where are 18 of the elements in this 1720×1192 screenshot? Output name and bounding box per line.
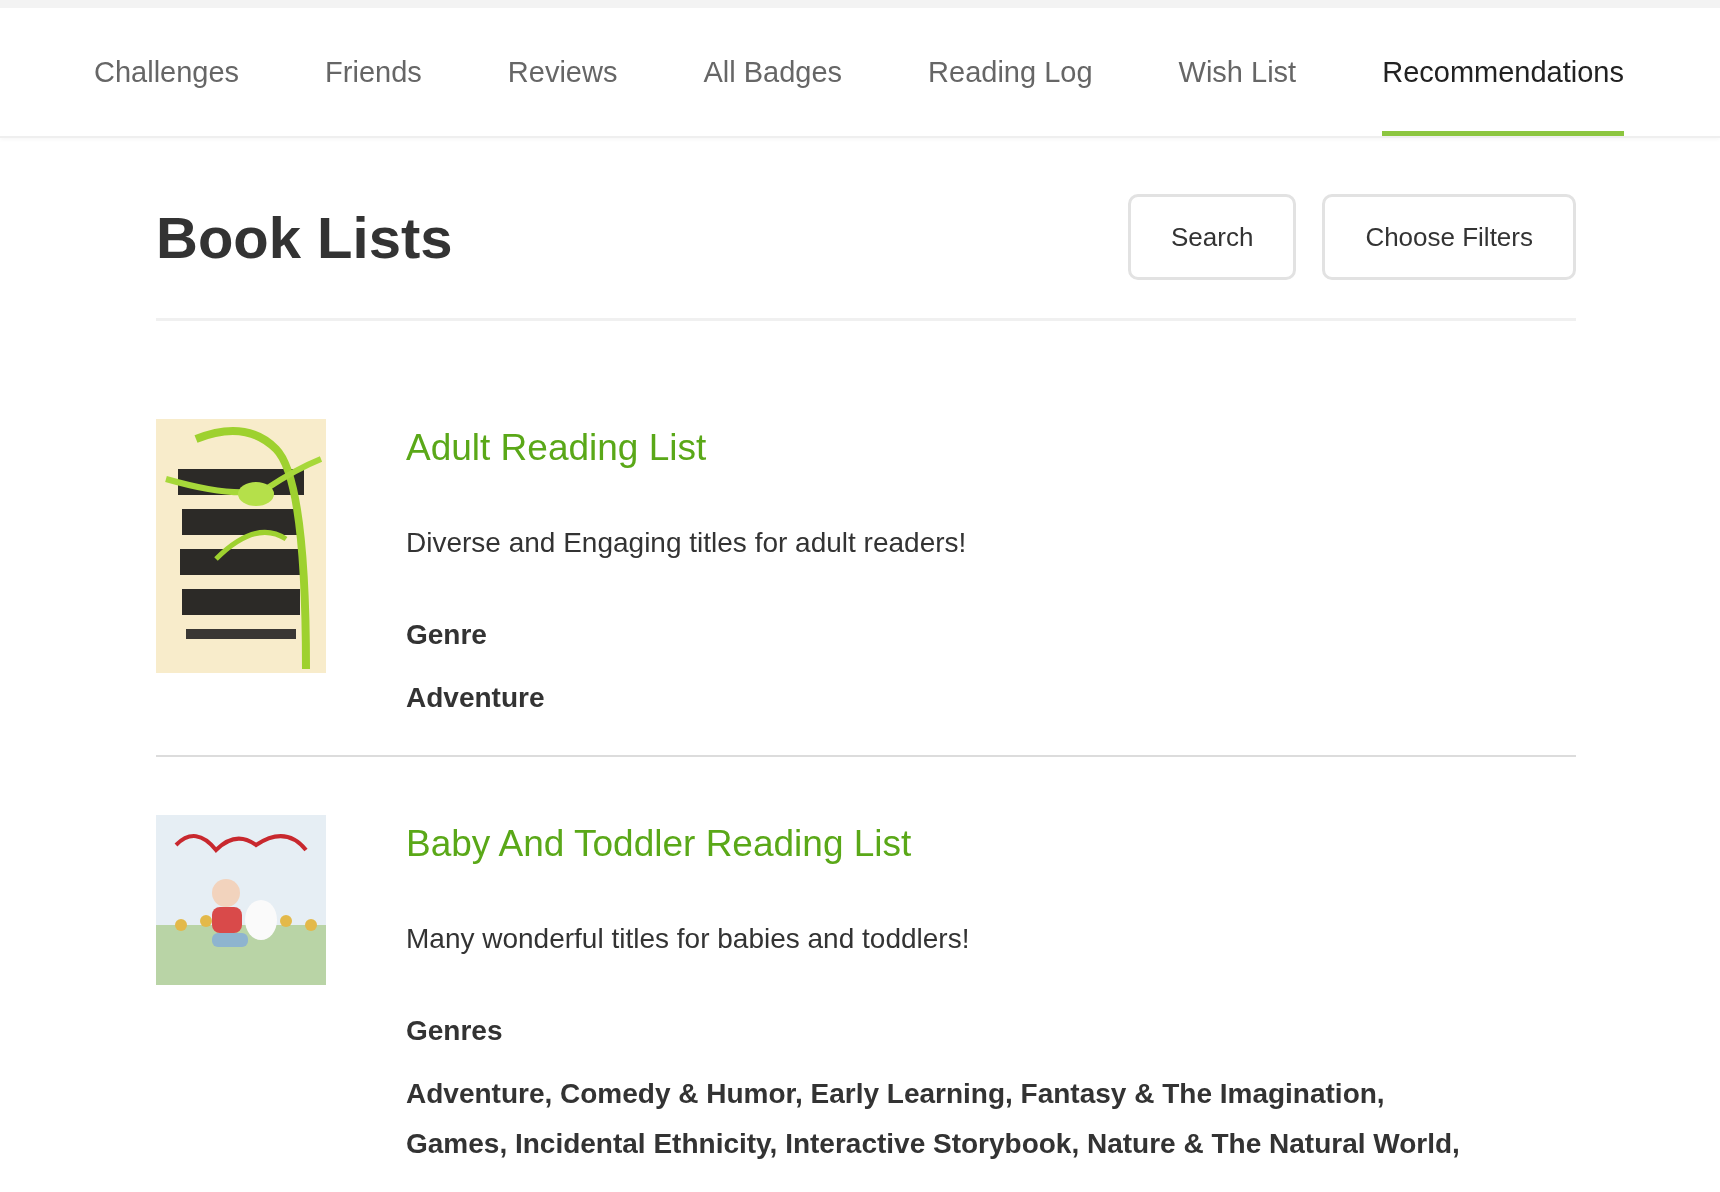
nav-tab[interactable]: Friends — [325, 8, 422, 136]
search-button[interactable]: Search — [1128, 194, 1297, 280]
nav-tab[interactable]: Reviews — [507, 8, 618, 136]
list-description: Many wonderful titles for babies and toddlers! — [406, 923, 970, 955]
nav-tab[interactable]: All Badges — [703, 8, 843, 136]
page-title: Book Lists — [156, 203, 453, 271]
filters-button[interactable]: Choose Filters — [1322, 194, 1576, 280]
nav-tab[interactable]: Wish List — [1178, 8, 1297, 136]
list-title-link[interactable]: Baby And Toddler Reading List — [406, 823, 912, 865]
genre-label: Genres — [406, 1015, 503, 1047]
nav-tab[interactable]: Recommendations — [1382, 8, 1624, 136]
list-title-link[interactable]: Adult Reading List — [406, 427, 707, 469]
nav-tab[interactable]: Challenges — [94, 8, 240, 136]
genre-label: Genre — [406, 619, 487, 651]
genre-list: Adventure — [406, 673, 545, 723]
nav-tab[interactable]: Reading Log — [928, 8, 1093, 136]
list-description: Diverse and Engaging titles for adult readers! — [406, 527, 967, 559]
genre-list: Adventure, Comedy & Humor, Early Learning, Fantasy & The Imagination, Games, Incidental Ethnicity, Interactive Storybook, Nature & The Natural World, — [406, 1069, 1486, 1169]
